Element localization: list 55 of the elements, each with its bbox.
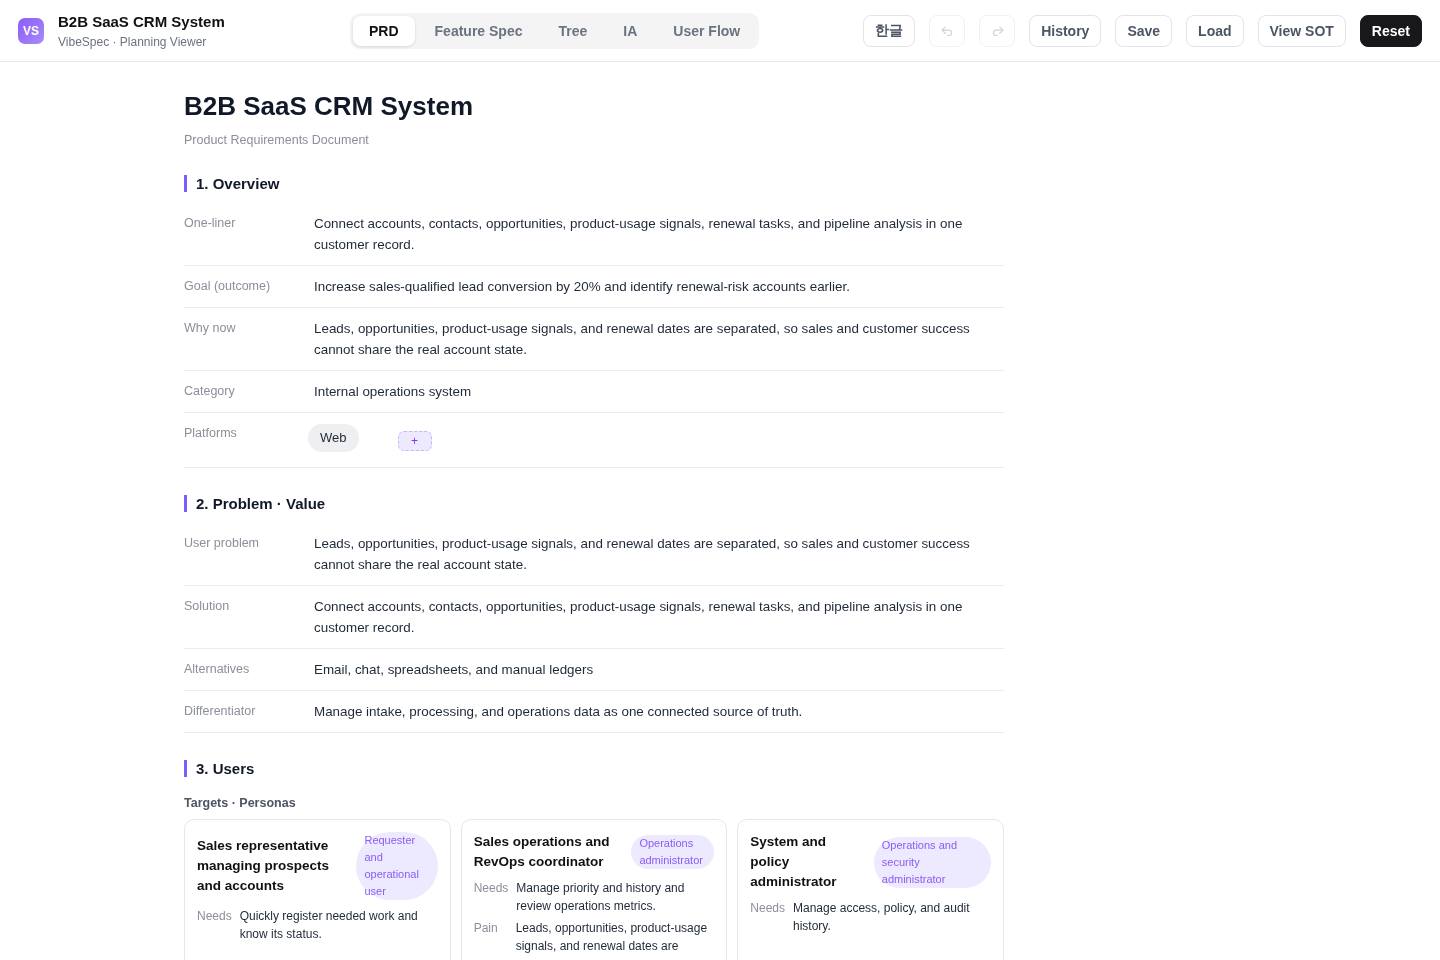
field-label: Why now (184, 320, 237, 337)
field-value: Email, chat, spreadsheets, and manual ledgers (314, 661, 595, 679)
persona-role-tag: Operations administrator (631, 835, 715, 869)
detail-label: Needs (473, 880, 509, 897)
detail-value: Leads, opportunities, product-usage signals, and renewal dates are (515, 920, 709, 955)
field-label: Platforms (184, 425, 238, 442)
add-platform-button[interactable]: + (397, 431, 432, 451)
detail-value: Quickly register needed work and know its status. (239, 908, 419, 943)
view-tab[interactable]: IA (607, 15, 654, 46)
field-value: Connect accounts, contacts, opportunities, product-usage signals, renewal tasks, and pipeline analysis in one customer record. (314, 598, 964, 637)
app-logo: VS (18, 17, 44, 44)
redo-icon (990, 25, 1004, 36)
field-value: Leads, opportunities, product-usage signals, and renewal dates are separated, so sales and customer success cannot share the real account state. (314, 320, 971, 359)
field-label: Alternatives (184, 661, 251, 678)
app-title: B2B SaaS CRM System (58, 12, 225, 31)
view-tab[interactable]: Feature Spec (418, 15, 539, 46)
toolbar-button[interactable]: Load (1186, 14, 1244, 47)
field-label: Goal (outcome) (184, 278, 272, 295)
section-heading: 3. Users (184, 760, 1004, 777)
field-value: Internal operations system (314, 383, 473, 401)
view-tab[interactable]: User Flow (657, 15, 757, 46)
detail-label: Pain (473, 920, 499, 937)
section-heading: 2. Problem · Value (184, 495, 1004, 512)
toolbar-button[interactable]: Save (1115, 14, 1173, 47)
detail-label: Needs (197, 908, 232, 925)
persona-role-tag: Requester and operational user (356, 832, 438, 900)
persona-name: System and policy administrator (750, 833, 838, 891)
subsection-heading: Targets · Personas (184, 795, 297, 811)
app-subtitle: VibeSpec · Planning Viewer (58, 34, 208, 49)
field-value: Connect accounts, contacts, opportunities, product-usage signals, renewal tasks, and pipeline analysis in one customer record. (314, 215, 964, 254)
field-label: One-liner (184, 215, 237, 232)
persona-name: Sales operations and RevOps coordinator (473, 833, 611, 871)
field-label: User problem (184, 535, 261, 552)
toolbar-button[interactable]: History (1029, 14, 1102, 47)
field-value: Leads, opportunities, product-usage signals, and renewal dates are separated, so sales and customer success cannot share the real account state. (314, 535, 971, 574)
field-value: Manage intake, processing, and operations data as one connected source of truth. (314, 703, 804, 721)
toolbar-button[interactable]: View SOT (1257, 14, 1346, 47)
reset-button[interactable]: Reset (1359, 14, 1422, 47)
field-label: Category (184, 383, 236, 400)
detail-value: Manage access, policy, and audit history. (793, 900, 971, 935)
undo-icon (940, 25, 954, 36)
view-tab[interactable]: Tree (542, 15, 604, 46)
field-value: Increase sales-qualified lead conversion by 20% and identify renewal-risk accounts earlier. (314, 278, 851, 296)
field-label: Differentiator (184, 703, 257, 720)
detail-label: Needs (750, 900, 785, 917)
section-heading: 1. Overview (184, 175, 1004, 192)
persona-role-tag: Operations and security administrator (873, 836, 991, 888)
platform-chip: Web (308, 424, 359, 452)
view-tab[interactable]: PRD (353, 15, 415, 46)
persona-name: Sales representative managing prospects and accounts (197, 837, 331, 895)
document-title: B2B SaaS CRM System (184, 90, 474, 122)
document-subtitle: Product Requirements Document (184, 132, 370, 148)
language-button[interactable]: 한글 (863, 14, 916, 47)
detail-value: Manage priority and history and review operations metrics. (516, 880, 686, 915)
field-label: Solution (184, 598, 231, 615)
